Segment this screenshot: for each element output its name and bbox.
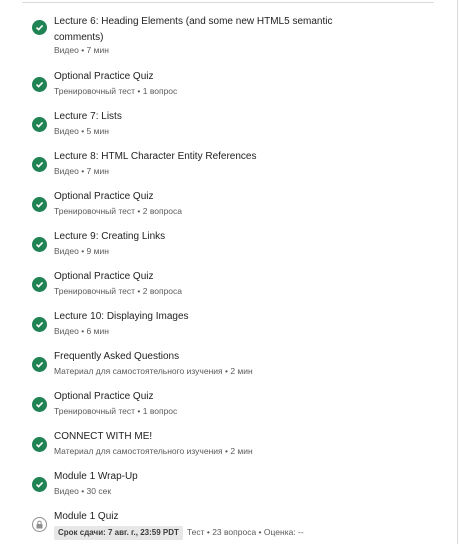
item-meta: Материал для самостоятельного изучения •… bbox=[54, 446, 253, 456]
item-meta: Материал для самостоятельного изучения •… bbox=[54, 366, 253, 376]
check-icon bbox=[32, 197, 47, 212]
list-item[interactable]: Frequently Asked Questions Материал для … bbox=[0, 349, 440, 381]
list-item[interactable]: Lecture 9: Creating Links Видео • 9 мин bbox=[0, 229, 440, 261]
check-icon bbox=[32, 157, 47, 172]
item-title[interactable]: Module 1 Wrap-Up bbox=[54, 469, 354, 485]
check-icon bbox=[32, 397, 47, 412]
item-title[interactable]: Optional Practice Quiz bbox=[54, 389, 354, 405]
due-date-badge: Срок сдачи: 7 авг. г., 23:59 PDT bbox=[54, 526, 183, 540]
item-title[interactable]: CONNECT WITH ME! bbox=[54, 429, 354, 445]
list-item[interactable]: Lecture 7: Lists Видео • 5 мин bbox=[0, 109, 440, 141]
check-icon bbox=[32, 277, 47, 292]
list-item[interactable]: Module 1 Wrap-Up Видео • 30 сек bbox=[0, 469, 440, 501]
check-icon bbox=[32, 317, 47, 332]
check-icon bbox=[32, 117, 47, 132]
item-title[interactable]: Optional Practice Quiz bbox=[54, 189, 354, 205]
item-meta: Тренировочный тест • 2 вопроса bbox=[54, 206, 183, 216]
item-meta: Видео • 6 мин bbox=[54, 326, 109, 336]
check-icon bbox=[32, 477, 47, 492]
quiz-item[interactable]: Module 1 Quiz Срок сдачи: 7 авг. г., 23:… bbox=[0, 509, 440, 543]
item-meta: Тренировочный тест • 1 вопрос bbox=[54, 406, 178, 416]
list-item[interactable]: Lecture 6: Heading Elements (and some ne… bbox=[0, 14, 440, 58]
check-icon bbox=[32, 77, 47, 92]
lock-icon bbox=[32, 517, 47, 532]
item-title[interactable]: Lecture 8: HTML Character Entity Referen… bbox=[54, 149, 354, 165]
item-title[interactable]: Module 1 Quiz bbox=[54, 509, 354, 525]
list-item[interactable]: CONNECT WITH ME! Материал для самостояте… bbox=[0, 429, 440, 461]
check-icon bbox=[32, 237, 47, 252]
check-icon bbox=[32, 20, 47, 35]
list-item[interactable]: Optional Practice Quiz Тренировочный тес… bbox=[0, 269, 440, 301]
quiz-meta-row: Срок сдачи: 7 авг. г., 23:59 PDT Тест • 2… bbox=[54, 526, 304, 540]
list-item[interactable]: Lecture 8: HTML Character Entity Referen… bbox=[0, 149, 440, 181]
item-title[interactable]: Lecture 7: Lists bbox=[54, 109, 354, 125]
item-title[interactable]: Optional Practice Quiz bbox=[54, 69, 354, 85]
item-title[interactable]: Lecture 10: Displaying Images bbox=[54, 309, 354, 325]
item-meta: Видео • 7 мин bbox=[54, 166, 109, 176]
item-meta: Видео • 30 сек bbox=[54, 486, 112, 496]
item-meta: Тренировочный тест • 2 вопроса bbox=[54, 286, 183, 296]
list-item[interactable]: Optional Practice Quiz Тренировочный тес… bbox=[0, 189, 440, 221]
item-meta: Видео • 5 мин bbox=[54, 126, 109, 136]
list-item[interactable]: Lecture 10: Displaying Images Видео • 6 … bbox=[0, 309, 440, 341]
list-item[interactable]: Optional Practice Quiz Тренировочный тес… bbox=[0, 389, 440, 421]
check-icon bbox=[32, 357, 47, 372]
check-icon bbox=[32, 437, 47, 452]
item-title[interactable]: Lecture 6: Heading Elements (and some ne… bbox=[54, 14, 354, 46]
item-title[interactable]: Frequently Asked Questions bbox=[54, 349, 354, 365]
item-title[interactable]: Lecture 9: Creating Links bbox=[54, 229, 354, 245]
item-meta: Видео • 7 мин bbox=[54, 45, 109, 55]
item-meta: Тест • 23 вопроса • Оценка: -- bbox=[186, 527, 304, 537]
module-item-list: Lecture 6: Heading Elements (and some ne… bbox=[0, 0, 462, 544]
item-meta: Видео • 9 мин bbox=[54, 246, 109, 256]
item-meta: Тренировочный тест • 1 вопрос bbox=[54, 86, 178, 96]
list-item[interactable]: Optional Practice Quiz Тренировочный тес… bbox=[0, 69, 440, 101]
item-title[interactable]: Optional Practice Quiz bbox=[54, 269, 354, 285]
